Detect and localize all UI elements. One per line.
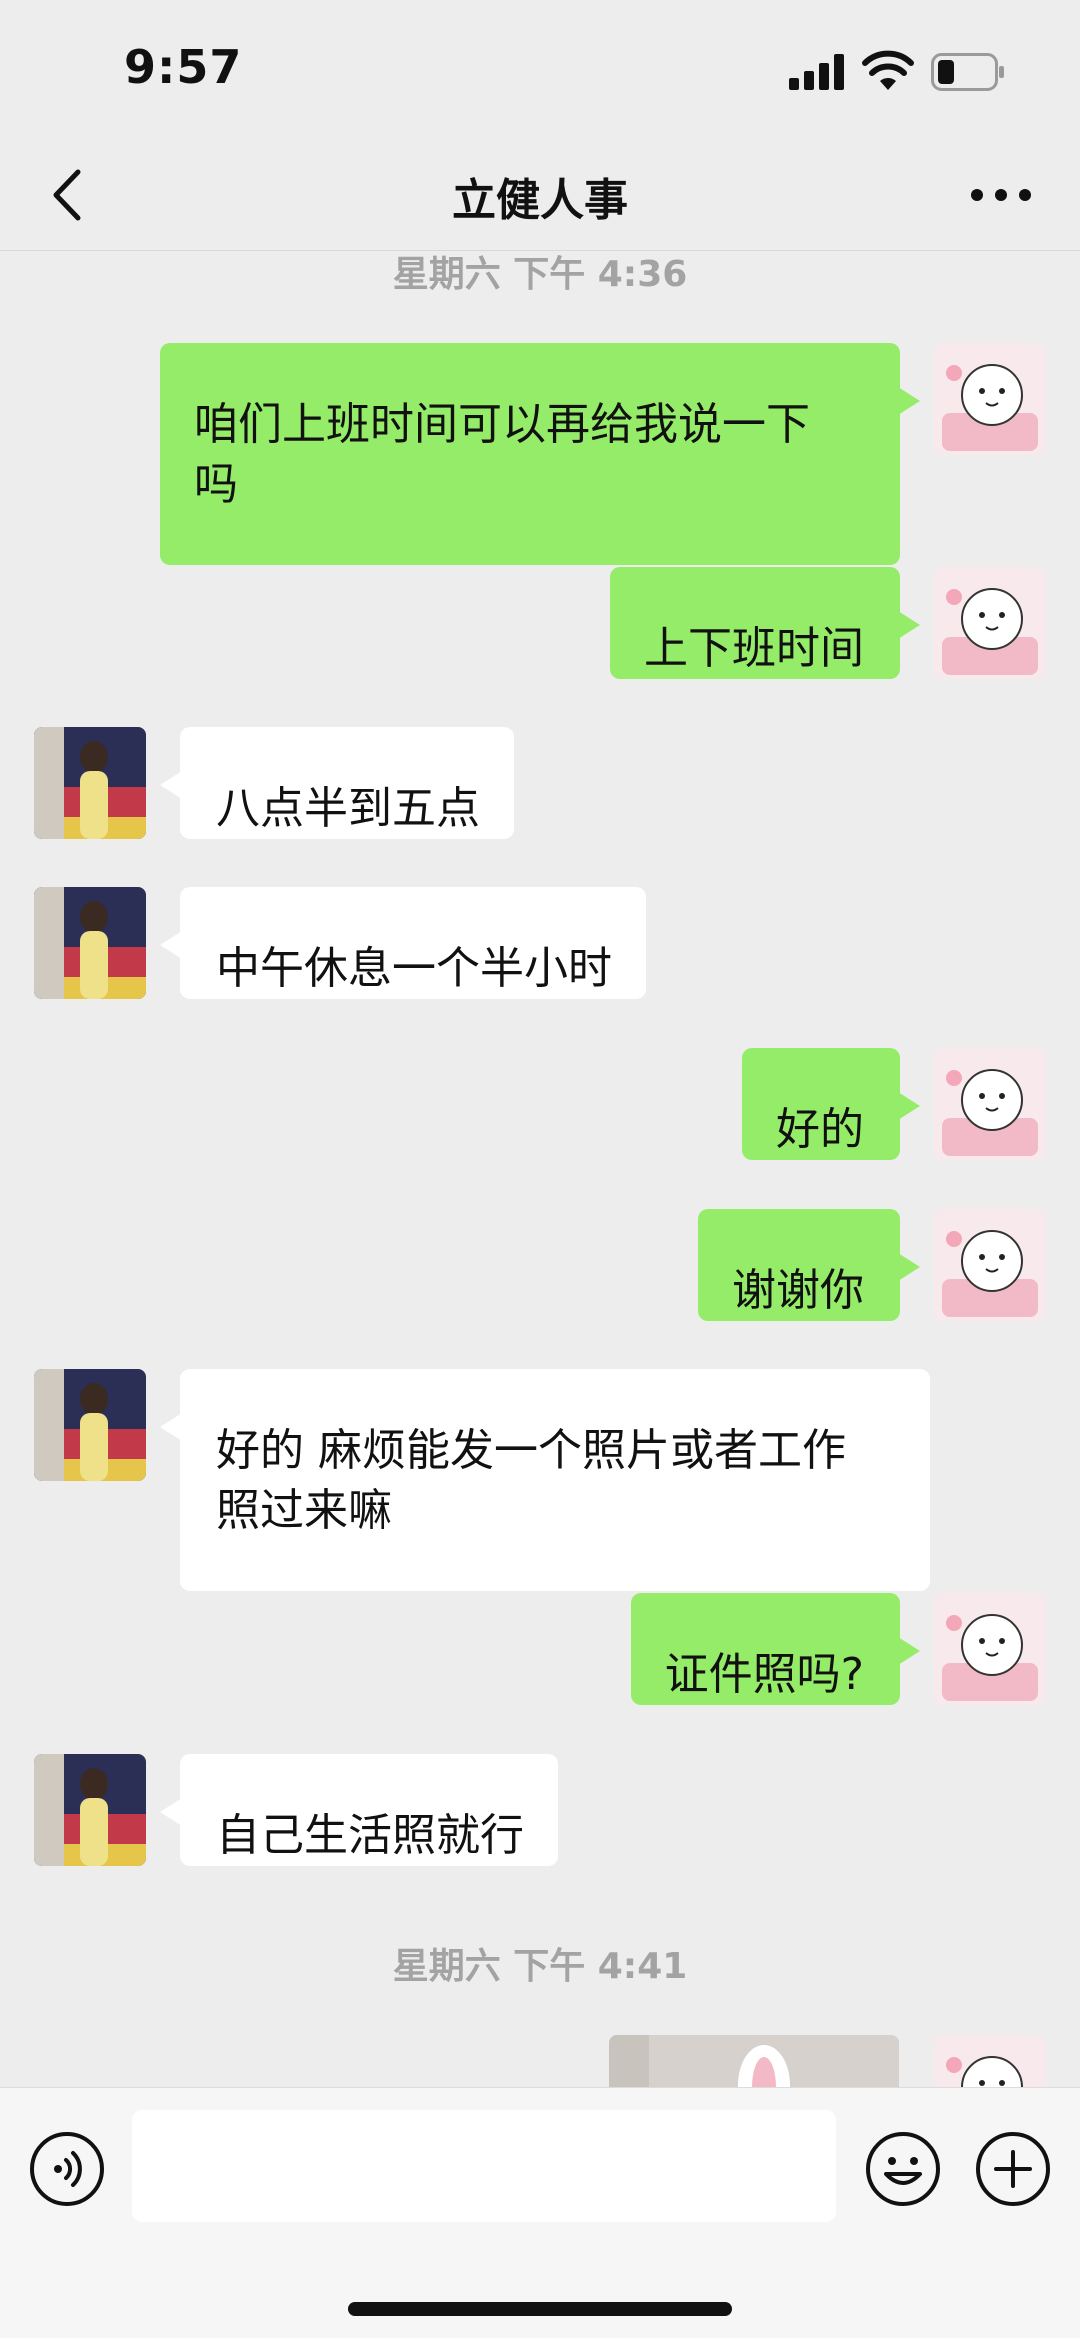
wifi-icon [862,50,914,90]
plus-icon[interactable] [974,2130,1052,2208]
my-avatar[interactable] [934,1209,1046,1321]
status-bar: 9:57 [0,0,1080,140]
home-indicator [348,2302,732,2316]
battery-icon [931,53,1004,91]
message-bubble-sent[interactable]: 咱们上班时间可以再给我说一下 吗 [160,343,920,565]
contact-avatar[interactable] [34,727,146,839]
emoji-icon[interactable] [864,2130,942,2208]
message-bubble-received[interactable]: 八点半到五点 [160,727,514,839]
message-bubble-received[interactable]: 中午休息一个半小时 [160,887,646,999]
my-avatar[interactable] [934,2035,1046,2087]
message-bubble-sent[interactable]: 谢谢你 [698,1209,920,1321]
timestamp: 星期六 下午 4:41 [392,1946,688,1987]
contact-avatar[interactable] [34,1369,146,1481]
more-options-button[interactable] [966,170,1036,220]
voice-icon[interactable] [28,2130,106,2208]
message-bubble-sent[interactable]: 证件照吗? [630,1593,921,1705]
message-bubble-received[interactable]: 好的 麻烦能发一个照片或者工作 照过来嘛 [160,1369,930,1591]
my-avatar[interactable] [934,567,1046,679]
cellular-signal-icon [789,54,844,90]
timestamp: 星期六 下午 4:36 [392,254,688,295]
chat-title: 立健人事 [452,175,628,226]
status-time: 9:57 [124,40,243,94]
message-bubble-sent[interactable]: 上下班时间 [610,567,920,679]
my-avatar[interactable] [934,1593,1046,1705]
input-bar [0,2087,1080,2338]
my-avatar[interactable] [934,343,1046,455]
message-bubble-received[interactable]: 自己生活照就行 [160,1754,558,1866]
chat-header: 立健人事 [0,140,1080,251]
my-avatar[interactable] [934,1048,1046,1160]
message-bubble-sent[interactable]: 好的 [742,1048,920,1160]
image-message-thumbnail[interactable] [609,2035,899,2087]
contact-avatar[interactable] [34,887,146,999]
contact-avatar[interactable] [34,1754,146,1866]
message-input[interactable] [132,2110,836,2222]
chat-messages[interactable]: 星期六 下午 4:36 咱们上班时间可以再给我说一下 吗 上下班时间 八点半到五… [0,251,1080,2087]
